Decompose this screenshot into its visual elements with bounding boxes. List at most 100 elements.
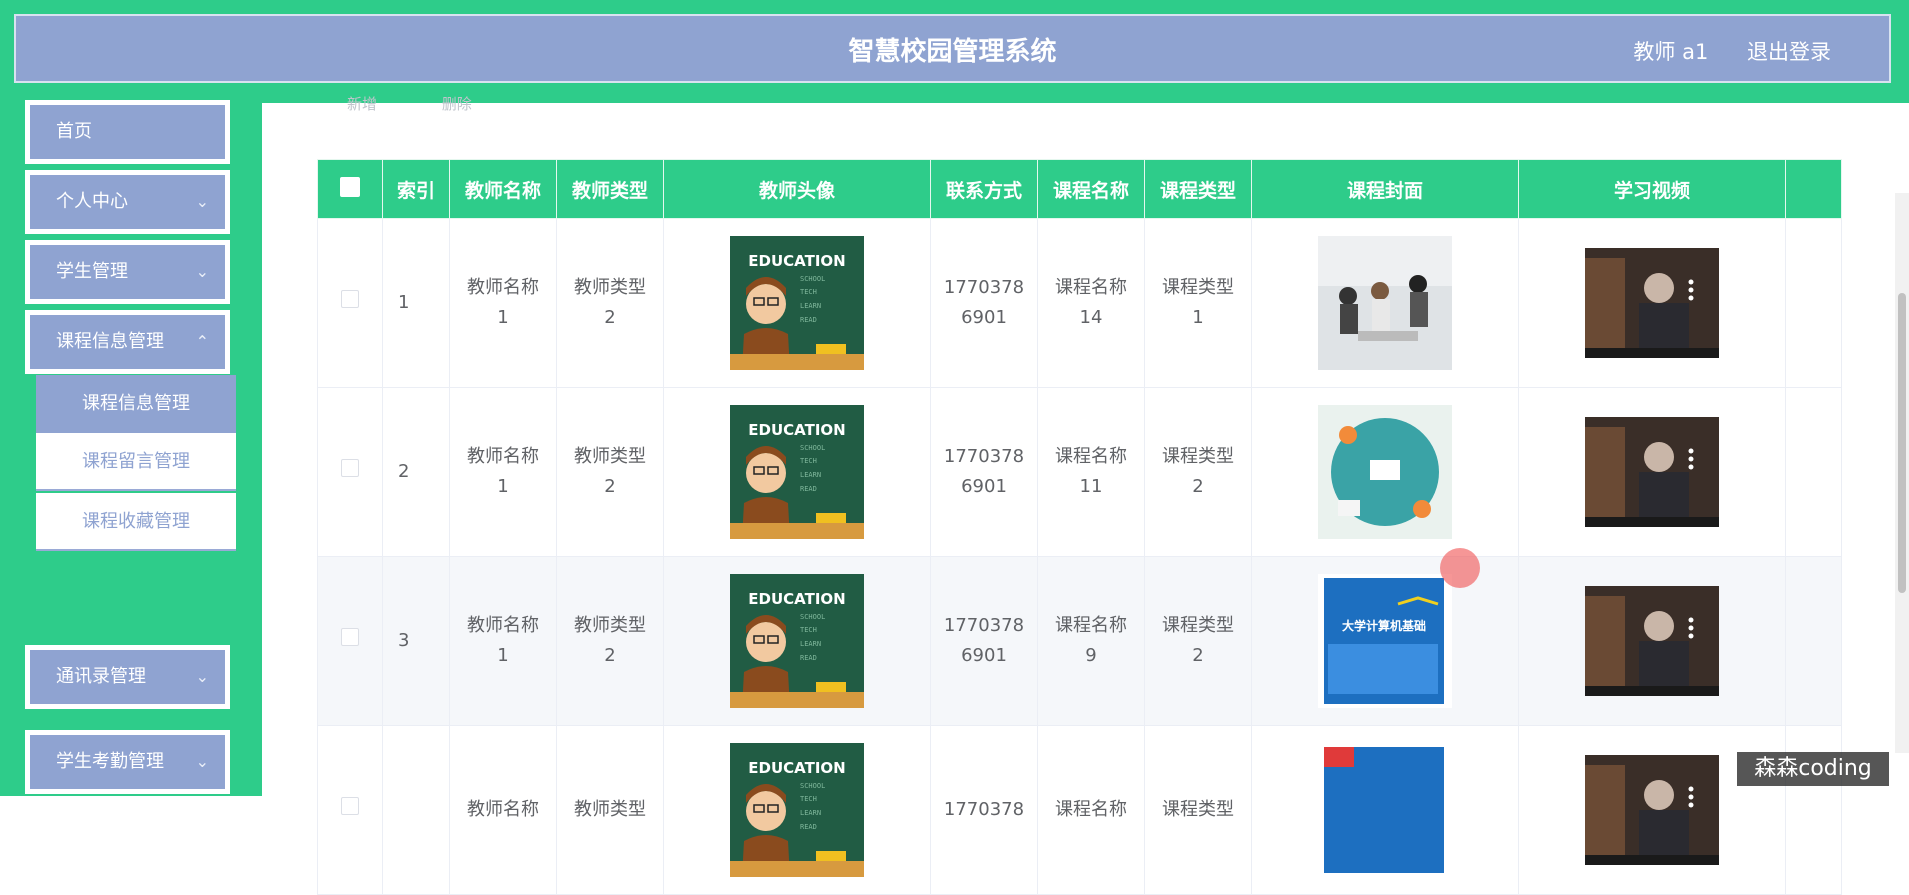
chevron-up-icon: ⌃ — [195, 332, 209, 351]
avatar-caption: EDUCATION — [748, 421, 845, 439]
sidebar-item-label: 学生考勤管理 — [56, 751, 164, 772]
sidebar-item-home[interactable]: 首页 — [25, 100, 230, 164]
svg-text:READ: READ — [800, 485, 817, 493]
extra-cell — [1785, 387, 1842, 557]
col-header: 教师名称 — [449, 159, 557, 219]
teacher-avatar: EDUCATION SCHOOL TECH LEARN READ — [730, 574, 864, 708]
teacher_name-cell: 教师名称 1 — [449, 556, 557, 726]
phone-cell: 1770378 6901 — [930, 556, 1038, 726]
row-checkbox[interactable] — [317, 725, 383, 895]
course_type-cell: 课程类型 2 — [1144, 387, 1252, 557]
table-row[interactable]: 3 教师名称 1 教师类型 2 EDUCATION SCHOOL TECH LEARN READ 1… — [317, 556, 1842, 726]
avatar-caption: EDUCATION — [748, 590, 845, 608]
extra-cell — [1785, 556, 1842, 726]
header-bar: 智慧校园管理系统 教师 a1 退出登录 — [10, 10, 1895, 87]
sidebar-item-course-info[interactable]: 课程信息管理 ⌃ — [25, 310, 230, 374]
svg-text:TECH: TECH — [800, 626, 817, 634]
sidebar-item-contacts[interactable]: 通讯录管理 ⌄ — [25, 645, 230, 709]
learning-video-thumbnail[interactable] — [1585, 586, 1719, 696]
svg-text:LEARN: LEARN — [800, 302, 821, 310]
row-checkbox[interactable] — [317, 387, 383, 557]
col-header: 课程封面 — [1251, 159, 1519, 219]
course-cover-image — [1318, 743, 1452, 877]
chevron-down-icon: ⌄ — [195, 752, 209, 771]
sidebar-item-students[interactable]: 学生管理 ⌄ — [25, 240, 230, 304]
teacher-avatar: EDUCATION SCHOOL TECH LEARN READ — [730, 405, 864, 539]
course_type-cell: 课程类型 — [1144, 725, 1252, 895]
course_name-cell: 课程名称 — [1037, 725, 1145, 895]
table-row[interactable]: 教师名称 教师类型 EDUCATION SCHOOL TECH LEARN READ 1770… — [317, 725, 1842, 895]
delete-button[interactable]: 删除 — [442, 95, 472, 113]
teacher-avatar: EDUCATION SCHOOL TECH LEARN READ — [730, 743, 864, 877]
row-index: 1 — [382, 218, 450, 388]
video-cell — [1518, 218, 1786, 388]
sidebar-item-personal[interactable]: 个人中心 ⌄ — [25, 170, 230, 234]
svg-text:LEARN: LEARN — [800, 640, 821, 648]
learning-video-thumbnail[interactable] — [1585, 417, 1719, 527]
cover-cell — [1251, 387, 1519, 557]
learning-video-thumbnail[interactable] — [1585, 248, 1719, 358]
submenu-course-info[interactable]: 课程信息管理 — [36, 375, 236, 433]
col-header: 索引 — [382, 159, 450, 219]
course-cover-image: 大学计算机基础 — [1318, 574, 1452, 708]
course_name-cell: 课程名称 9 — [1037, 556, 1145, 726]
svg-text:LEARN: LEARN — [800, 809, 821, 817]
video-cell — [1518, 387, 1786, 557]
submenu-course-comments[interactable]: 课程留言管理 — [36, 433, 236, 491]
row-index — [382, 725, 450, 895]
user-label[interactable]: 教师 a1 — [1633, 40, 1708, 64]
scrollbar[interactable] — [1895, 193, 1909, 753]
cover-cell: 大学计算机基础 — [1251, 556, 1519, 726]
course-cover-image — [1318, 405, 1452, 539]
extra-cell — [1785, 725, 1842, 895]
user-area: 教师 a1 退出登录 — [1601, 14, 1831, 91]
video-cell — [1518, 725, 1786, 895]
svg-text:SCHOOL: SCHOOL — [800, 444, 825, 452]
select-all-checkbox[interactable] — [317, 159, 383, 219]
teacher_name-cell: 教师名称 1 — [449, 387, 557, 557]
teacher-avatar: EDUCATION SCHOOL TECH LEARN READ — [730, 236, 864, 370]
row-checkbox[interactable] — [317, 218, 383, 388]
sidebar: 首页 个人中心 ⌄ 学生管理 ⌄ 课程信息管理 ⌃ 课程信息管理 课程留言管理 … — [0, 100, 262, 796]
cover-cell — [1251, 218, 1519, 388]
avatar-cell: EDUCATION SCHOOL TECH LEARN READ — [663, 218, 931, 388]
video-cell — [1518, 556, 1786, 726]
col-header-extra — [1785, 159, 1842, 219]
data-table: 索引 教师名称 教师类型 教师头像 联系方式 课程名称 课程类型 课程封面 学习… — [317, 159, 1842, 895]
col-header: 课程名称 — [1037, 159, 1145, 219]
chevron-down-icon: ⌄ — [195, 192, 209, 211]
svg-text:TECH: TECH — [800, 795, 817, 803]
phone-cell: 1770378 6901 — [930, 218, 1038, 388]
extra-cell — [1785, 218, 1842, 388]
content-area: 新增 删除 索引 教师名称 教师类型 教师头像 联系方式 课程名称 课程类型 课… — [262, 95, 1909, 895]
avatar-cell: EDUCATION SCHOOL TECH LEARN READ — [663, 387, 931, 557]
logout-button[interactable]: 退出登录 — [1747, 40, 1831, 64]
cover-cell — [1251, 725, 1519, 895]
sidebar-item-label: 课程信息管理 — [56, 331, 164, 352]
table-row[interactable]: 2 教师名称 1 教师类型 2 EDUCATION SCHOOL TECH LEARN READ 1… — [317, 387, 1842, 557]
avatar-cell: EDUCATION SCHOOL TECH LEARN READ — [663, 556, 931, 726]
chevron-down-icon: ⌄ — [195, 262, 209, 281]
teacher_type-cell: 教师类型 2 — [556, 218, 664, 388]
add-button[interactable]: 新增 — [347, 95, 377, 113]
sidebar-item-label: 通讯录管理 — [56, 666, 146, 687]
course_name-cell: 课程名称 14 — [1037, 218, 1145, 388]
svg-text:TECH: TECH — [800, 457, 817, 465]
table-header-row: 索引 教师名称 教师类型 教师头像 联系方式 课程名称 课程类型 课程封面 学习… — [317, 159, 1842, 219]
teacher_type-cell: 教师类型 2 — [556, 556, 664, 726]
row-checkbox[interactable] — [317, 556, 383, 726]
submenu-course-favorites[interactable]: 课程收藏管理 — [36, 493, 236, 551]
sidebar-item-attendance[interactable]: 学生考勤管理 ⌄ — [25, 730, 230, 794]
col-header: 学习视频 — [1518, 159, 1786, 219]
col-header: 教师类型 — [556, 159, 664, 219]
row-index: 2 — [382, 387, 450, 557]
avatar-cell: EDUCATION SCHOOL TECH LEARN READ — [663, 725, 931, 895]
learning-video-thumbnail[interactable] — [1585, 755, 1719, 865]
sidebar-item-label: 学生管理 — [56, 261, 128, 282]
sidebar-item-label: 个人中心 — [56, 191, 128, 212]
table-row[interactable]: 1 教师名称 1 教师类型 2 EDUCATION SCHOOL TECH LEARN READ 1… — [317, 218, 1842, 388]
course-cover-image — [1318, 236, 1452, 370]
col-header: 课程类型 — [1144, 159, 1252, 219]
course_type-cell: 课程类型 1 — [1144, 218, 1252, 388]
course_name-cell: 课程名称 11 — [1037, 387, 1145, 557]
